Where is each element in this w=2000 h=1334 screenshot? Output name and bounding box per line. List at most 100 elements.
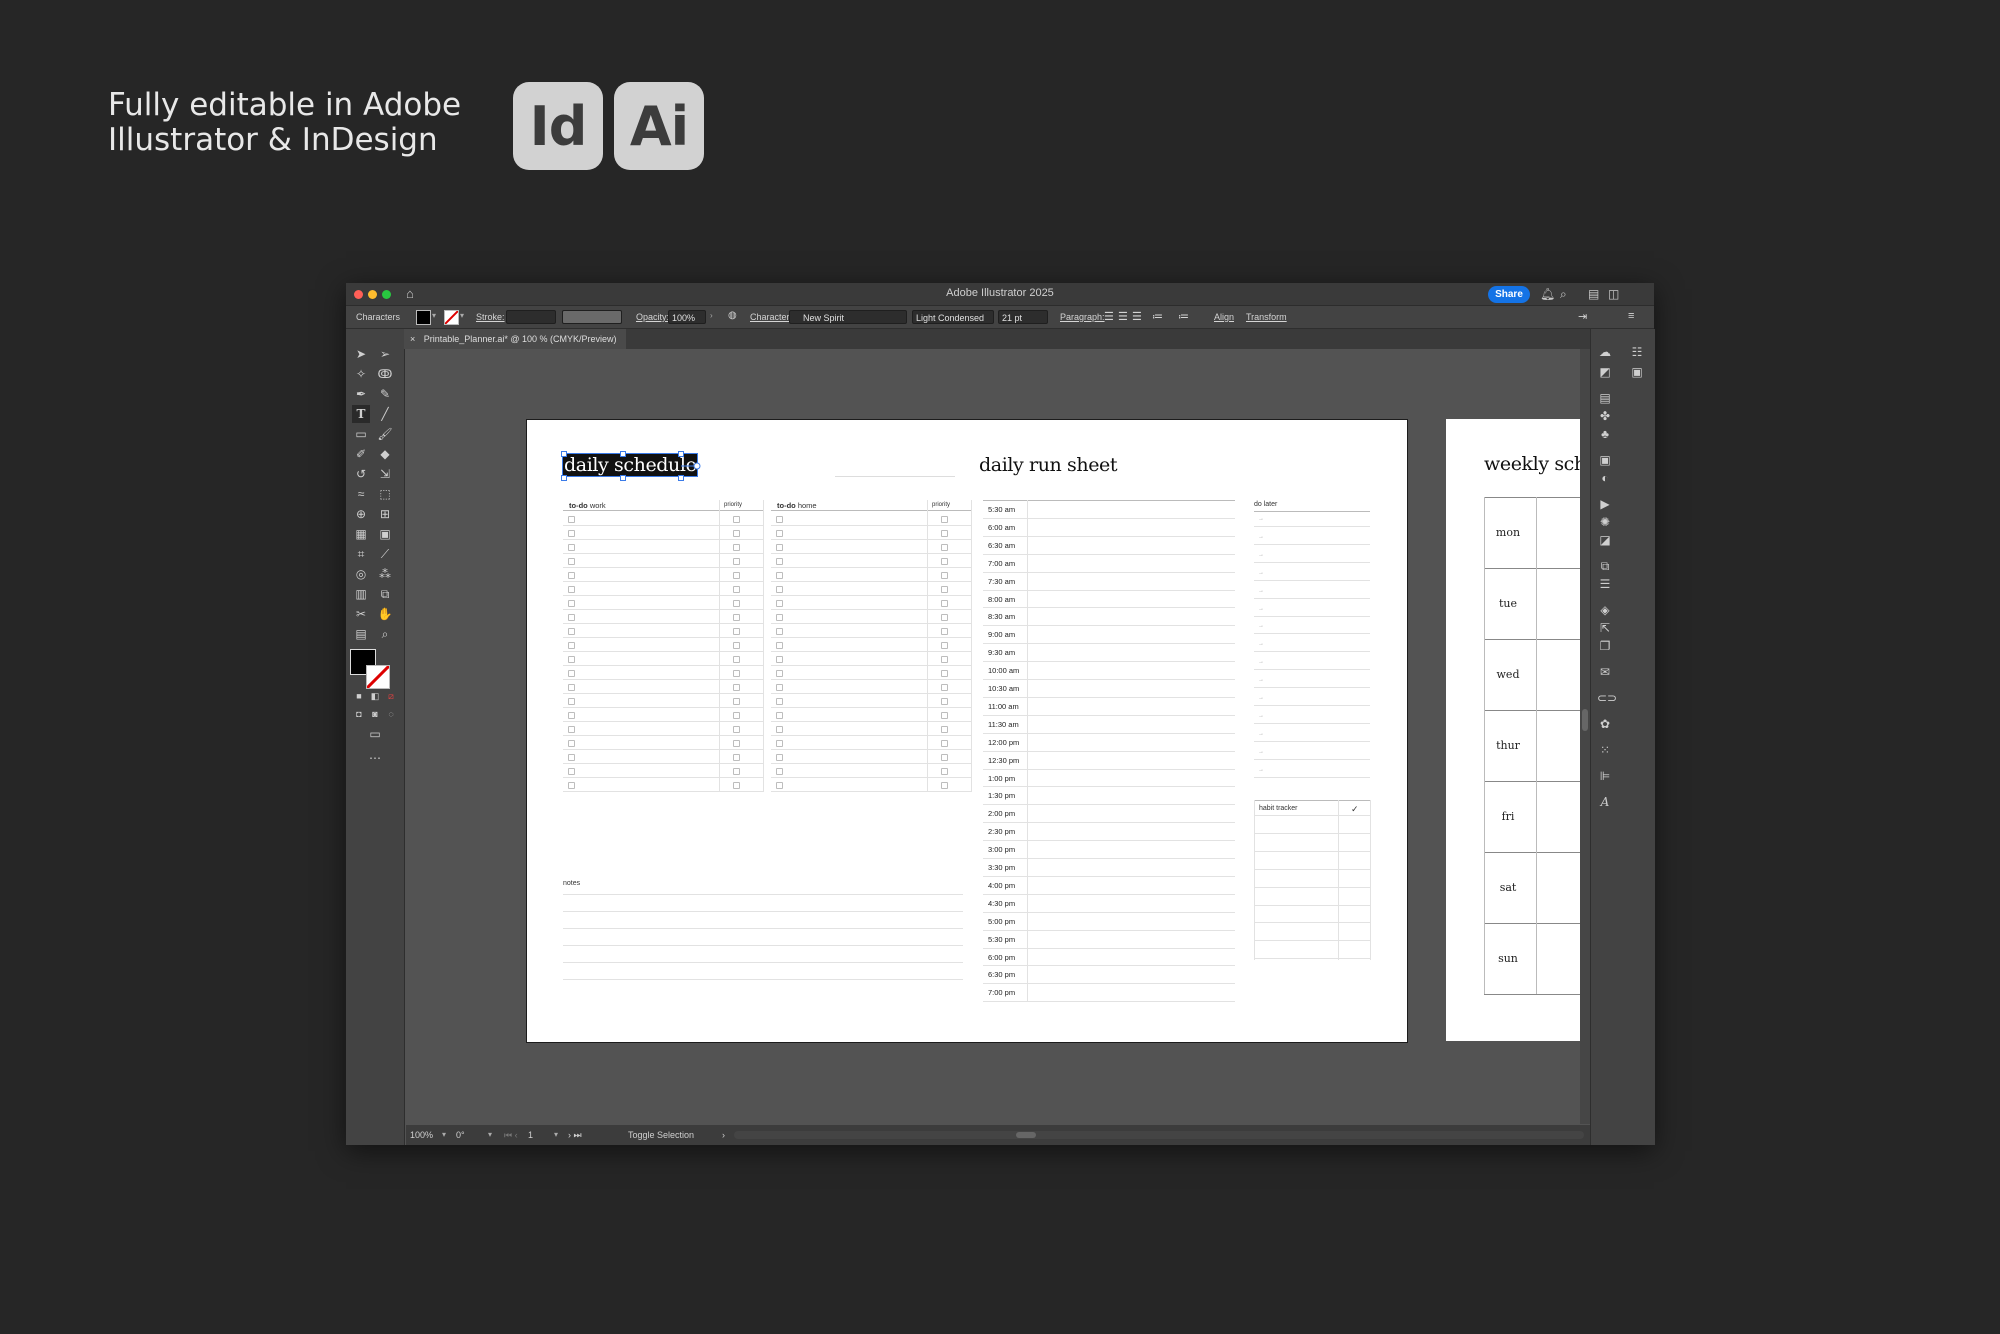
canvas[interactable]: daily schedule daily run sheet to-do wor… bbox=[406, 349, 1582, 1124]
direct-selection-tool-icon[interactable]: ➢ bbox=[376, 345, 394, 363]
export-panel-icon[interactable]: ⇱ bbox=[1597, 621, 1613, 635]
column-graph-tool-icon[interactable]: ▥ bbox=[352, 585, 370, 603]
perspective-grid-tool-icon[interactable]: ▦ bbox=[352, 525, 370, 543]
paintbrush-tool-icon[interactable]: 🖌︎ bbox=[376, 425, 394, 443]
vertical-scroll-thumb[interactable] bbox=[1582, 709, 1588, 731]
bell-icon[interactable]: 🔔︎ bbox=[1540, 286, 1555, 302]
control-menu-icon[interactable]: ≡ bbox=[1628, 310, 1634, 322]
horizontal-scrollbar[interactable] bbox=[734, 1131, 1584, 1139]
selection-handle[interactable] bbox=[678, 451, 684, 457]
rectangle-tool-icon[interactable]: ▭ bbox=[352, 425, 370, 443]
draw-inside-icon[interactable]: ◌ bbox=[382, 705, 400, 723]
graphic-styles-panel-icon[interactable]: ◪ bbox=[1597, 533, 1613, 547]
artboard-daily-schedule[interactable]: daily schedule daily run sheet to-do wor… bbox=[526, 419, 1408, 1043]
search-icon[interactable]: ⌕ bbox=[1560, 286, 1567, 302]
stroke-dropdown-icon[interactable]: ▾ bbox=[460, 311, 464, 320]
libraries-panel-icon[interactable]: ◩ bbox=[1597, 365, 1613, 379]
actions-panel-icon[interactable]: ▶ bbox=[1597, 497, 1613, 511]
numbering-icon[interactable]: ≔ bbox=[1178, 310, 1189, 323]
shape-builder-tool-icon[interactable]: ⊕ bbox=[352, 505, 370, 523]
selection-tool-icon[interactable]: ➤ bbox=[352, 345, 370, 363]
selection-handle[interactable] bbox=[561, 451, 567, 457]
recolor-icon[interactable]: ◍ bbox=[728, 310, 737, 321]
document-panel-icon[interactable]: ▣ bbox=[1629, 365, 1645, 379]
pathfinder-panel-icon[interactable]: ⧉ bbox=[1597, 559, 1613, 574]
live-paint-tool-icon[interactable]: ⊞ bbox=[376, 505, 394, 523]
vertical-scrollbar[interactable] bbox=[1580, 349, 1590, 1124]
transform-button[interactable]: Transform bbox=[1246, 312, 1287, 322]
share-button[interactable]: Share bbox=[1488, 286, 1530, 303]
artboard-weekly-schedule[interactable]: weekly schedule mon tue wed thur fri sat sun bbox=[1446, 419, 1582, 1041]
align-center-icon[interactable]: ☰ bbox=[1118, 310, 1128, 323]
stroke-label[interactable]: Stroke: bbox=[476, 312, 505, 322]
fill-dropdown-icon[interactable]: ▾ bbox=[432, 311, 436, 320]
eraser-tool-icon[interactable]: ◆ bbox=[376, 445, 394, 463]
type-tool-icon[interactable]: T bbox=[352, 405, 370, 423]
slice-tool-icon[interactable]: ✂ bbox=[352, 605, 370, 623]
artboard-dropdown-icon[interactable]: ▾ bbox=[554, 1130, 558, 1139]
properties-panel-icon[interactable]: ▤ bbox=[1597, 391, 1613, 405]
align-left-icon[interactable]: ☰ bbox=[1104, 310, 1114, 323]
links-panel-icon[interactable]: ⊂⊃ bbox=[1597, 691, 1617, 705]
learn-panel-icon[interactable]: ☁ bbox=[1597, 345, 1613, 359]
glyphs-panel-icon[interactable]: A bbox=[1597, 795, 1613, 809]
align-button[interactable]: Align bbox=[1214, 312, 1234, 322]
selection-handle[interactable] bbox=[678, 475, 684, 481]
selected-text[interactable]: daily schedule bbox=[561, 453, 699, 477]
panel-layout-icon[interactable]: ◫ bbox=[1608, 286, 1619, 302]
line-tool-icon[interactable]: ╱ bbox=[376, 405, 394, 423]
symbols-panel-icon[interactable]: ♣ bbox=[1597, 427, 1613, 441]
stroke-weight-field[interactable] bbox=[506, 310, 556, 324]
rotation-dropdown-icon[interactable]: ▾ bbox=[488, 1130, 492, 1139]
selection-handle[interactable] bbox=[620, 451, 626, 457]
mesh-tool-icon[interactable]: ⌗ bbox=[352, 545, 370, 563]
pen-tool-icon[interactable]: ✒ bbox=[352, 385, 370, 403]
hand-tool-icon[interactable]: ✋ bbox=[376, 605, 394, 623]
align-right-icon[interactable]: ☰ bbox=[1132, 310, 1142, 323]
variable-width-field[interactable] bbox=[562, 310, 622, 324]
comments-panel-icon[interactable]: ✉ bbox=[1597, 665, 1613, 679]
color-themes-panel-icon[interactable]: ✿ bbox=[1597, 717, 1613, 731]
next-artboard-icon[interactable]: › ⏭ bbox=[568, 1130, 582, 1141]
lasso-tool-icon[interactable]: ↂ bbox=[376, 365, 394, 383]
artboards-panel-icon[interactable]: ❐ bbox=[1597, 639, 1613, 653]
rotation-value[interactable]: 0° bbox=[456, 1130, 465, 1140]
horizontal-scroll-thumb[interactable] bbox=[1016, 1132, 1036, 1138]
selection-handle[interactable] bbox=[620, 475, 626, 481]
zoom-level[interactable]: 100% bbox=[410, 1130, 433, 1140]
first-artboard-icon[interactable]: ⏮ ‹ bbox=[504, 1130, 518, 1141]
blend-tool-icon[interactable]: ◎ bbox=[352, 565, 370, 583]
adjust-panel-icon[interactable]: ☷ bbox=[1629, 345, 1645, 359]
gradient-panel-icon[interactable]: ▣ bbox=[1597, 453, 1613, 467]
stroke-color-box[interactable] bbox=[366, 665, 390, 689]
text-thread-port-icon[interactable] bbox=[681, 462, 701, 470]
arrange-icon[interactable]: ⇥ bbox=[1578, 310, 1587, 323]
layers-panel-icon[interactable]: ◈ bbox=[1597, 603, 1613, 617]
status-menu-arrow-icon[interactable]: › bbox=[722, 1130, 725, 1140]
font-style-field[interactable]: Light Condensed bbox=[912, 310, 994, 324]
shaper-tool-icon[interactable]: ✐ bbox=[352, 445, 370, 463]
daily-schedule-title[interactable]: daily schedule bbox=[561, 453, 699, 477]
screen-mode-icon[interactable]: ▭ bbox=[366, 725, 384, 743]
edit-toolbar-icon[interactable]: ⋯ bbox=[366, 749, 384, 767]
opacity-label[interactable]: Opacity: bbox=[636, 312, 669, 322]
artboard-number[interactable]: 1 bbox=[528, 1130, 533, 1140]
brushes-panel-icon[interactable]: ✤ bbox=[1597, 409, 1613, 423]
document-tab[interactable]: × Printable_Planner.ai* @ 100 % (CMYK/Pr… bbox=[404, 329, 626, 349]
font-size-field[interactable]: 21 pt bbox=[998, 310, 1048, 324]
font-family-field[interactable]: New Spirit bbox=[789, 310, 907, 324]
align-panel-icon[interactable]: ⊫ bbox=[1597, 769, 1613, 783]
none-mode-icon[interactable]: ⧄ bbox=[382, 687, 400, 705]
character-label[interactable]: Character: bbox=[750, 312, 792, 322]
rotate-tool-icon[interactable]: ↺ bbox=[352, 465, 370, 483]
magic-wand-tool-icon[interactable]: ✧ bbox=[352, 365, 370, 383]
scale-tool-icon[interactable]: ⇲ bbox=[376, 465, 394, 483]
warp-tool-icon[interactable]: ≈ bbox=[352, 485, 370, 503]
free-transform-tool-icon[interactable]: ⬚ bbox=[376, 485, 394, 503]
eyedropper-tool-icon[interactable]: ⟋ bbox=[376, 545, 394, 563]
curvature-tool-icon[interactable]: ✎ bbox=[376, 385, 394, 403]
appearance-panel-icon[interactable]: ✺ bbox=[1597, 515, 1613, 529]
opacity-field[interactable]: 100% bbox=[668, 310, 706, 324]
zoom-dropdown-icon[interactable]: ▾ bbox=[442, 1130, 446, 1139]
gradient-tool-icon[interactable]: ▣ bbox=[376, 525, 394, 543]
